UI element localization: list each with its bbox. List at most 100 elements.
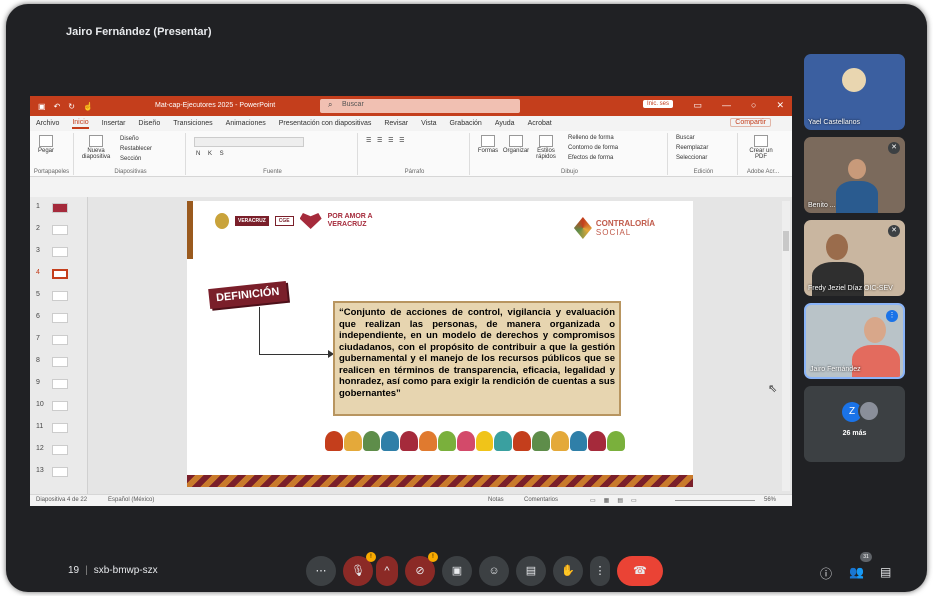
participant-face [848, 159, 866, 179]
notes-button[interactable]: Notas [488, 497, 504, 503]
zoom-level[interactable]: 56% [764, 497, 776, 503]
sign-in-button[interactable]: Inic. ses [643, 100, 674, 108]
participant-tile[interactable]: ✕ Benito ... [804, 137, 905, 213]
quick-styles-button[interactable]: Estilos rápidos [532, 135, 560, 160]
video-options-button[interactable]: ^ [376, 556, 398, 586]
close-icon[interactable]: ✕ [776, 100, 784, 111]
shapes-button[interactable]: Formas [476, 135, 500, 154]
font-name-select[interactable] [194, 137, 304, 147]
participant-name: Yael Castellanos [808, 119, 861, 126]
slide-thumbnail[interactable]: 10 [32, 397, 86, 417]
contraloria-text: CONTRALORÍA SOCIAL [596, 219, 655, 237]
slide-thumbnail[interactable]: 2 [32, 221, 86, 241]
shapes-icon [481, 135, 495, 147]
find-button[interactable]: Buscar [676, 135, 695, 141]
shape-fill-button[interactable]: Relleno de forma [568, 135, 614, 141]
present-button[interactable]: ▣ [442, 556, 472, 586]
tab-diseno[interactable]: Diseño [138, 120, 160, 127]
tab-presentacion[interactable]: Presentación con diapositivas [279, 120, 372, 127]
tab-revisar[interactable]: Revisar [384, 120, 408, 127]
camera-button[interactable]: ⊘! [405, 552, 438, 586]
shape-outline-button[interactable]: Contorno de forma [568, 145, 618, 151]
thumbnail-image [52, 445, 68, 455]
zoom-slider[interactable] [675, 500, 755, 501]
scrollbar-thumb[interactable] [783, 231, 789, 251]
info-icon[interactable]: ⓘ [820, 565, 832, 582]
create-pdf-button[interactable]: Crear un PDF [746, 135, 776, 160]
participant-tile[interactable]: Yael Castellanos [804, 54, 905, 130]
new-slide-button[interactable]: Nueva diapositiva [80, 135, 112, 160]
slide-thumbnail[interactable]: 5 [32, 287, 86, 307]
redo-icon[interactable]: ↻ [68, 102, 75, 111]
maximize-icon[interactable]: ○ [751, 100, 756, 111]
tab-acrobat[interactable]: Acrobat [528, 120, 552, 127]
view-buttons[interactable]: ▭▦▤▭ [590, 497, 645, 504]
tab-grabacion[interactable]: Grabación [450, 120, 482, 127]
current-slide[interactable]: VERACRUZ CGE POR AMOR A VERACRUZ CONTRAL… [187, 201, 693, 487]
ppt-title: Mat-cap-Ejecutores 2025 - PowerPoint [155, 102, 276, 109]
slide-info: Diapositiva 4 de 22 [36, 497, 88, 503]
tab-transiciones[interactable]: Transiciones [173, 120, 212, 127]
avatar [842, 68, 866, 92]
undo-icon[interactable]: ↶ [54, 102, 61, 111]
more-audio-options-button[interactable]: ⋯ [306, 556, 336, 586]
slide-thumbnail[interactable]: 6 [32, 309, 86, 329]
camera-off-icon: ⊘ [415, 565, 425, 577]
layout-button[interactable]: Diseño [120, 136, 139, 142]
tab-ayuda[interactable]: Ayuda [495, 120, 515, 127]
slide-thumbnail[interactable]: 11 [32, 419, 86, 439]
ribbon-home: Pegar Portapapeles Nueva diapositiva Dis… [30, 131, 792, 177]
comments-button[interactable]: Comentarios [524, 497, 558, 503]
slide-thumbnail-selected[interactable]: 4 [32, 265, 86, 285]
people-icon[interactable]: 👥 [849, 565, 864, 579]
slide-thumbnail[interactable]: 7 [32, 331, 86, 351]
select-button[interactable]: Seleccionar [676, 155, 707, 161]
replace-button[interactable]: Reemplazar [676, 145, 708, 151]
paragraph-buttons[interactable]: ☰ ☰ ☰ ☰ [366, 137, 407, 144]
minimize-icon[interactable]: — [722, 100, 731, 111]
participant-tile-active[interactable]: ⋮ Jairo Fernández [804, 303, 905, 379]
shape-effects-button[interactable]: Efectos de forma [568, 155, 613, 161]
more-options-button[interactable]: ⋮ [590, 556, 610, 586]
slide-thumbnails-panel: 1 2 3 4 5 6 7 8 9 10 11 12 13 [30, 197, 88, 494]
slide-thumbnail[interactable]: 8 [32, 353, 86, 373]
slide-thumbnail[interactable]: 12 [32, 441, 86, 461]
touch-mode-icon[interactable]: ☝ [83, 102, 93, 111]
vertical-scrollbar[interactable] [782, 201, 790, 491]
thumbnail-image [52, 357, 68, 367]
tab-insertar[interactable]: Insertar [102, 120, 126, 127]
tab-animaciones[interactable]: Animaciones [226, 120, 266, 127]
save-icon[interactable]: ▣ [38, 102, 46, 111]
section-button[interactable]: Sección [120, 156, 141, 162]
slide-thumbnail[interactable]: 9 [32, 375, 86, 395]
participant-tile[interactable]: ✕ Fredy Jeziel Díaz OIC-SEV [804, 220, 905, 296]
font-format-buttons[interactable]: N K S [196, 151, 227, 157]
chat-icon[interactable]: ▤ [880, 565, 891, 579]
captions-button[interactable]: ▤ [516, 556, 546, 586]
leave-call-button[interactable]: ☎ [617, 556, 663, 586]
ribbon-display-icon[interactable]: ▭ [694, 100, 703, 111]
arrange-label: Organizar [502, 148, 530, 154]
language-indicator[interactable]: Español (México) [108, 497, 154, 503]
tab-inicio[interactable]: Inicio [72, 119, 89, 129]
contraloria-social-logo: CONTRALORÍA SOCIAL [573, 217, 655, 239]
slide-thumbnail[interactable]: 13 [32, 463, 86, 483]
arrange-button[interactable]: Organizar [502, 135, 530, 154]
reset-button[interactable]: Restablecer [120, 146, 152, 152]
more-participants-tile[interactable]: Z 26 más [804, 386, 905, 462]
slide-number: 7 [36, 335, 40, 342]
tab-archivo[interactable]: Archivo [36, 120, 59, 127]
tab-vista[interactable]: Vista [421, 120, 436, 127]
adobe-group-label: Adobe Acr... [746, 169, 780, 175]
slide-editing-area[interactable]: VERACRUZ CGE POR AMOR A VERACRUZ CONTRAL… [88, 197, 792, 494]
slide-thumbnail[interactable]: 3 [32, 243, 86, 263]
warning-badge: ! [366, 552, 376, 562]
microphone-button[interactable]: 🎙! [343, 552, 376, 586]
slide-thumbnail[interactable]: 1 [32, 199, 86, 219]
ppt-search-box[interactable]: ⌕ Buscar [320, 99, 520, 113]
reactions-button[interactable]: ☺ [479, 556, 509, 586]
raise-hand-button[interactable]: ✋ [553, 556, 583, 586]
slides-group-label: Diapositivas [114, 169, 147, 175]
paste-button[interactable]: Pegar [36, 135, 56, 154]
share-button[interactable]: Compartir [730, 118, 771, 127]
